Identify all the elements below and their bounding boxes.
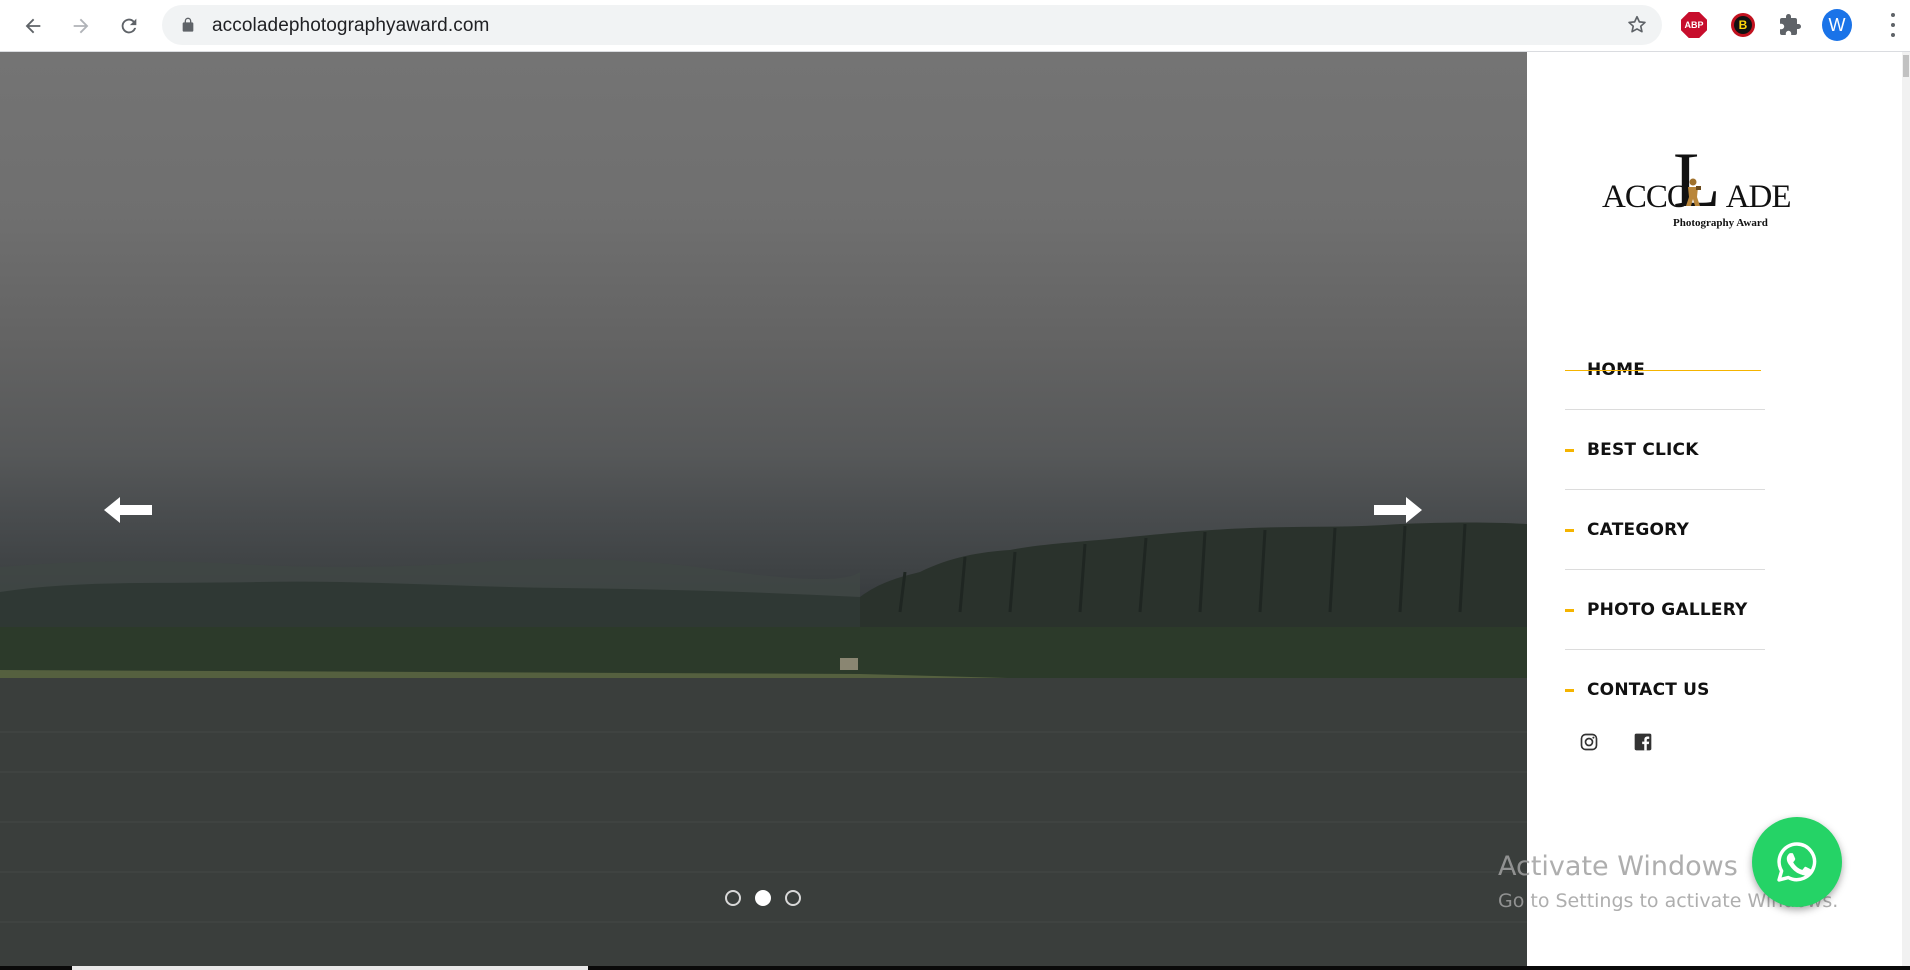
dash-marker [1565,689,1574,692]
hero-image [0,522,1527,966]
dash-marker [1565,608,1574,612]
logo[interactable]: ACCO ADE L Photography Award [1602,141,1792,237]
taskbar-active-item[interactable] [72,966,588,970]
arrow-left-icon [25,18,41,34]
dash-marker [1565,448,1574,452]
main-navigation: HOME BEST CLICK CATEGORY PHOTO GALLERY CONTA… [1565,330,1765,730]
kebab-icon[interactable] [1890,13,1896,37]
nav-item-home[interactable]: HOME [1565,330,1765,410]
hero-slider [0,52,1527,966]
arrow-right-icon [73,18,89,34]
slider-dot-1[interactable] [725,890,741,906]
slider-prev-button[interactable] [98,490,158,530]
url-text[interactable]: accoladephotographyaward.com [212,15,489,37]
nav-item-label: PHOTO GALLERY [1587,599,1748,620]
logo-subtitle: Photography Award [1673,217,1768,229]
browser-toolbar: accoladephotographyaward.com ABP B W [0,0,1910,52]
b-extension-label: B [1734,16,1752,34]
extensions-button[interactable] [1775,10,1805,40]
reload-button[interactable] [113,10,145,42]
star-icon[interactable] [1626,14,1648,36]
active-indicator-line [1565,369,1761,371]
profile-button[interactable]: W [1822,9,1852,41]
lock-icon [182,17,194,32]
facebook-icon[interactable] [1633,732,1653,752]
nav-item-photo-gallery[interactable]: PHOTO GALLERY [1565,570,1765,650]
slider-pagination [725,890,801,906]
nav-item-label: CONTACT US [1587,680,1710,700]
scrollbar-thumb[interactable] [1903,55,1909,77]
dash-marker [1565,528,1574,532]
puzzle-icon [1780,14,1801,35]
scrollbar[interactable] [1902,52,1910,966]
back-button[interactable] [17,10,49,42]
whatsapp-icon [1777,842,1817,882]
whatsapp-button[interactable] [1752,817,1842,907]
address-bar[interactable]: accoladephotographyaward.com [162,5,1662,45]
arrow-right-icon [1374,497,1422,523]
nav-item-contact-us[interactable]: CONTACT US [1565,650,1765,730]
instagram-icon[interactable] [1579,732,1599,752]
slider-next-button[interactable] [1368,490,1428,530]
b-extension-button[interactable]: B [1728,10,1758,40]
nav-item-best-click[interactable]: BEST CLICK [1565,410,1765,490]
avatar: W [1822,9,1852,41]
photographer-figure-icon [1686,178,1701,206]
adblock-icon: ABP [1681,12,1707,38]
forward-button[interactable] [65,10,97,42]
sidebar: ACCO ADE L Photography Award HOME BEST CLI… [1527,52,1902,966]
nav-item-label: BEST CLICK [1587,439,1699,460]
social-links [1579,732,1653,752]
nav-item-label: CATEGORY [1587,519,1689,540]
arrow-left-icon [104,497,152,523]
reload-icon [121,18,137,34]
b-extension-icon: B [1731,13,1755,37]
slider-dot-2[interactable] [755,890,771,906]
adblock-extension-button[interactable]: ABP [1679,10,1709,40]
nav-item-category[interactable]: CATEGORY [1565,490,1765,570]
slider-dot-3[interactable] [785,890,801,906]
